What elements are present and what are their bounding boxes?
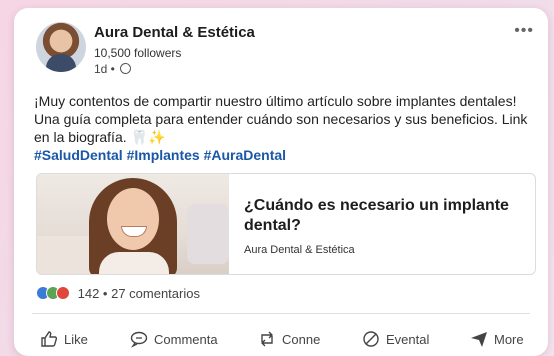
thumbs-up-icon [40, 330, 58, 348]
reaction-count: 142 • 27 comentarios [77, 286, 200, 301]
more-button[interactable]: More [470, 326, 524, 352]
post-card: Aura Dental & Estética 10,500 followers … [14, 8, 548, 356]
comment-button[interactable]: Commenta [130, 326, 218, 352]
post-body: ¡Muy contentos de compartir nuestro últi… [34, 93, 528, 145]
globe-icon [120, 63, 132, 74]
action-bar: Like Commenta Conne Evental More [14, 326, 548, 352]
love-reaction-icon [56, 286, 70, 300]
divider [32, 313, 530, 314]
send-icon [470, 330, 488, 348]
more-label: More [494, 331, 524, 347]
link-title[interactable]: ¿Cuándo es necesario un implante dental? [244, 196, 524, 236]
comment-icon [130, 330, 148, 348]
like-button[interactable]: Like [40, 326, 88, 352]
comment-label: Commenta [154, 331, 218, 347]
post-time-text: 1d • [94, 62, 115, 76]
event-button[interactable]: Evental [362, 326, 429, 352]
link-preview[interactable]: ¿Cuándo es necesario un implante dental?… [36, 173, 536, 275]
avatar[interactable] [36, 22, 86, 72]
more-icon[interactable]: ••• [514, 22, 534, 40]
link-source: Aura Dental & Estética [244, 244, 355, 256]
link-thumbnail [37, 174, 229, 274]
hashtags[interactable]: #SaludDental #Implantes #AuraDental [34, 147, 286, 163]
repost-icon [258, 330, 276, 348]
post-time: 1d • [94, 62, 132, 76]
like-label: Like [64, 331, 88, 347]
reaction-summary[interactable]: 142 • 27 comentarios [36, 286, 200, 301]
block-icon [362, 330, 380, 348]
follower-count: 10,500 followers [94, 46, 182, 60]
author-name[interactable]: Aura Dental & Estética [94, 24, 255, 41]
repost-label: Conne [282, 331, 321, 347]
repost-button[interactable]: Conne [258, 326, 320, 352]
event-label: Evental [386, 331, 430, 347]
